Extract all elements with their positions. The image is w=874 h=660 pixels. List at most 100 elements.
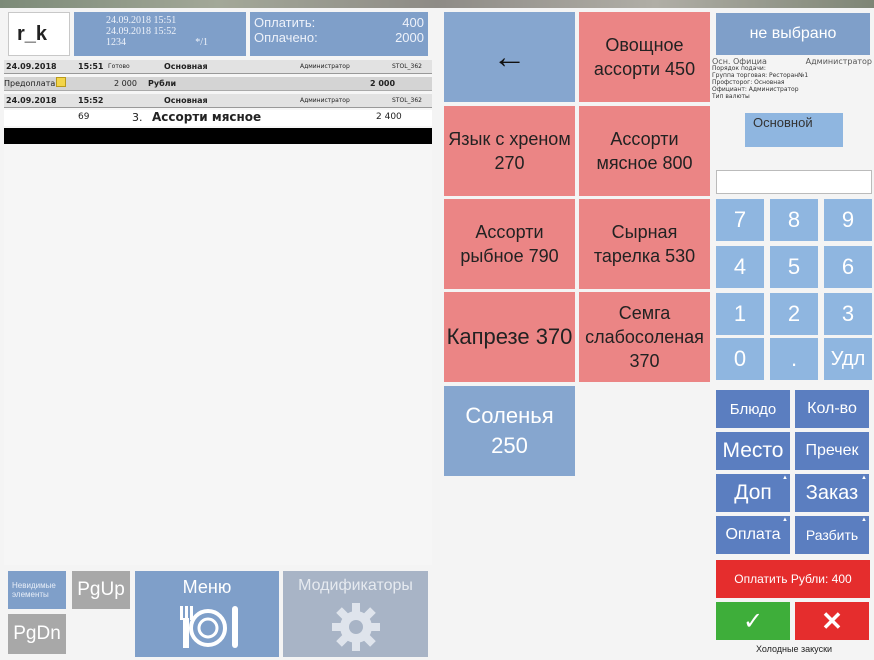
key-6[interactable]: 6 (824, 246, 872, 288)
key-2[interactable]: 2 (770, 293, 818, 335)
corner-marker-icon: ▲ (861, 475, 867, 481)
order-code: 1234 (106, 37, 126, 48)
folder-icon (56, 77, 66, 87)
info-admin: Администратор (805, 57, 872, 66)
prepayment-currency: Рубли (148, 79, 177, 88)
prepayment-amount: 2 000 (114, 79, 137, 88)
dish-qty: 3. (132, 111, 143, 124)
key-1[interactable]: 1 (716, 293, 764, 335)
dish-price: 2 400 (376, 112, 402, 122)
row-status: Готово (108, 63, 130, 70)
dish-button-caprese[interactable]: Капрезе 370 (444, 292, 575, 382)
key-5[interactable]: 5 (770, 246, 818, 288)
guest-selector-button[interactable]: не выбрано (716, 13, 870, 55)
info-line: Профсторог: Основная (712, 79, 785, 86)
payment-action-button[interactable]: Оплата ▲ (716, 516, 790, 554)
row-type: Основная (164, 96, 208, 105)
row-table: STOL_362 (392, 63, 422, 70)
page-down-button[interactable]: PgDn (8, 614, 66, 654)
dish-code: 69 (78, 112, 90, 122)
prepayment-label: Предоплата (4, 79, 56, 88)
menu-label: Меню (182, 577, 232, 597)
place-action-button[interactable]: Место (716, 432, 790, 470)
guests-count: */1 (195, 37, 208, 48)
quantity-action-button[interactable]: Кол-во (795, 390, 869, 428)
page-up-button[interactable]: PgUp (72, 571, 130, 609)
info-line: Группа торговая: Ресторан№1 (712, 72, 809, 79)
quantity-input[interactable] (716, 170, 872, 194)
prepayment-row[interactable]: Предоплата 2 000 Рубли 2 000 (4, 77, 432, 91)
to-pay-value: 400 (402, 15, 424, 30)
order-header-row[interactable]: 24.09.2018 15:52 Основная Администратор … (4, 94, 432, 108)
info-waiter: Осн. Официа (712, 57, 767, 66)
key-delete[interactable]: Удл (824, 338, 872, 380)
invisible-elements-button[interactable]: Невидимые элементы (8, 571, 66, 609)
row-type: Основная (164, 62, 208, 71)
key-dot[interactable]: . (770, 338, 818, 380)
pay-rubles-button[interactable]: Оплатить Рубли: 400 (716, 560, 870, 598)
key-8[interactable]: 8 (770, 199, 818, 241)
order-header-row[interactable]: 24.09.2018 15:51 Готово Основная Админис… (4, 60, 432, 74)
dish-button-meat-assorti[interactable]: Ассорти мясное 800 (579, 106, 710, 196)
dish-button-tongue-horseradish[interactable]: Язык с хреном 270 (444, 106, 575, 196)
paid-value: 2000 (395, 30, 424, 45)
dish-action-label: Блюдо (729, 400, 777, 418)
dish-button-fish-assorti[interactable]: Ассорти рыбное 790 (444, 199, 575, 289)
key-3[interactable]: 3 (824, 293, 872, 335)
corner-marker-icon: ▲ (861, 517, 867, 523)
gear-icon (331, 603, 380, 651)
checkmark-icon: ✓ (742, 607, 764, 635)
payment-action-label: Оплата (725, 526, 781, 543)
dish-button-salmon[interactable]: Семга слабосоленая 370 (579, 292, 710, 382)
dish-action-button[interactable]: Блюдо (716, 390, 790, 428)
paid-label: Оплачено: (254, 30, 318, 45)
modifiers-button[interactable]: Модификаторы (283, 571, 428, 657)
dish-row[interactable]: 69 3. Ассорти мясное 2 400 (4, 110, 432, 126)
dish-name: Ассорти мясное (152, 110, 262, 124)
place-action-label: Место (722, 439, 784, 462)
selection-bar (4, 128, 432, 144)
add-action-label: Доп (734, 481, 772, 504)
corner-marker-icon: ▲ (782, 517, 788, 523)
order-action-button[interactable]: Заказ ▲ (795, 474, 869, 512)
prepayment-total: 2 000 (370, 79, 396, 88)
current-category-label: Холодные закуски (755, 644, 833, 654)
order-dates-panel: 24.09.2018 15:51 24.09.2018 15:52 1234 *… (74, 12, 246, 56)
row-role: Администратор (300, 97, 350, 104)
row-time: 15:51 (78, 62, 104, 71)
order-action-label: Заказ (805, 481, 859, 504)
cancel-button[interactable]: ✕ (795, 602, 869, 640)
payment-summary: Оплатить: 400 Оплачено: 2000 (250, 12, 428, 56)
info-line: Тип валюты (712, 93, 750, 100)
key-9[interactable]: 9 (824, 199, 872, 241)
modifiers-label: Модификаторы (298, 577, 413, 594)
quantity-action-label: Кол-во (807, 400, 857, 417)
info-line: Официант: Администратор (712, 86, 799, 93)
back-button[interactable]: ← (444, 12, 575, 102)
key-0[interactable]: 0 (716, 338, 764, 380)
order-list[interactable]: 24.09.2018 15:51 Готово Основная Админис… (4, 60, 432, 565)
add-action-button[interactable]: Доп ▲ (716, 474, 790, 512)
main-selector[interactable]: Основной (745, 113, 843, 147)
corner-marker-icon: ▲ (782, 475, 788, 481)
precheck-action-button[interactable]: Пречек (795, 432, 869, 470)
order-info-panel: Осн. Официа Администратор Порядок подачи… (712, 58, 874, 118)
row-date: 24.09.2018 (6, 96, 57, 105)
info-line: Порядок подачи: (712, 65, 766, 72)
precheck-action-label: Пречек (805, 442, 859, 459)
dish-button-cheese-plate[interactable]: Сырная тарелка 530 (579, 199, 710, 289)
split-action-button[interactable]: Разбить ▲ (795, 516, 869, 554)
close-icon: ✕ (821, 605, 843, 636)
key-4[interactable]: 4 (716, 246, 764, 288)
date-now: 24.09.2018 15:52 (106, 26, 177, 37)
menu-button[interactable]: Меню (135, 571, 279, 657)
row-table: STOL_362 (392, 97, 422, 104)
row-time: 15:52 (78, 96, 104, 105)
plate-cutlery-icon (180, 606, 238, 648)
confirm-button[interactable]: ✓ (716, 602, 790, 640)
row-role: Администратор (300, 63, 350, 70)
dish-button-pickles[interactable]: Соленья 250 (444, 386, 575, 476)
key-7[interactable]: 7 (716, 199, 764, 241)
dish-button-vegetable-assorti[interactable]: Овощное ассорти 450 (579, 12, 710, 102)
title-strip (0, 0, 874, 8)
